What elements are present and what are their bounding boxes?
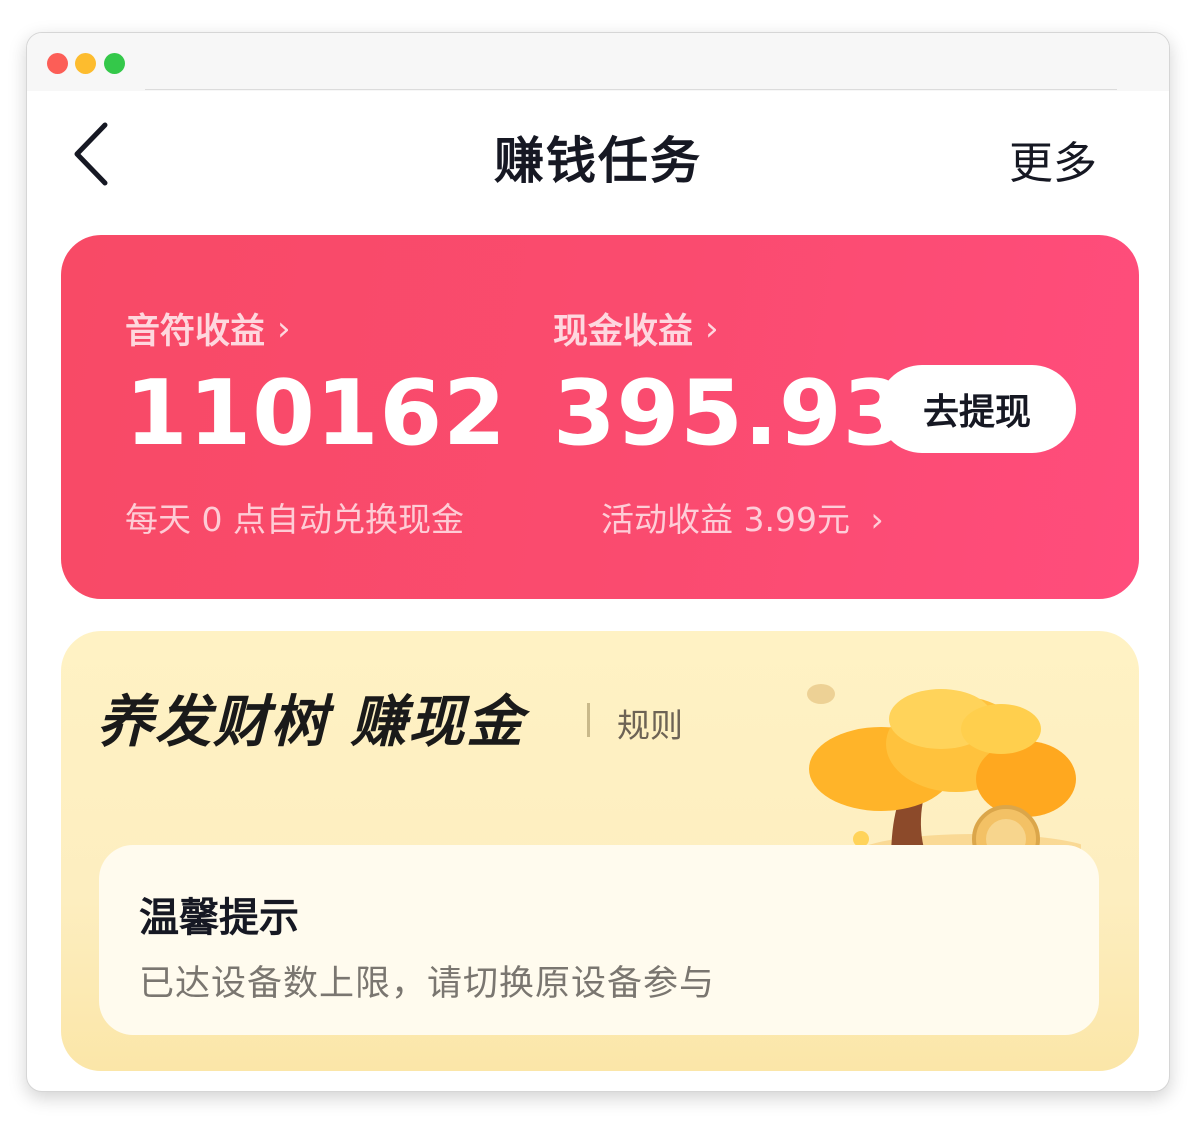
activity-earnings-text: 活动收益 3.99元	[601, 500, 850, 539]
maximize-window-button[interactable]	[104, 53, 125, 74]
rules-link[interactable]: 规则	[617, 699, 683, 747]
auto-exchange-note: 每天 0 点自动兑换现金	[125, 500, 464, 539]
cash-earnings[interactable]: 现金收益 › 395.93	[553, 303, 905, 467]
earnings-card: 音符收益 › 110162 现金收益 › 395.93 去提现 每天 0 点自动…	[61, 235, 1139, 599]
titlebar-divider	[145, 89, 1117, 90]
notes-earnings-label-text: 音符收益	[125, 312, 266, 352]
title-divider	[587, 703, 590, 737]
minimize-window-button[interactable]	[75, 53, 96, 74]
chevron-right-icon: ›	[870, 500, 884, 539]
notes-earnings-label[interactable]: 音符收益 ›	[125, 303, 291, 354]
notice-box: 温馨提示 已达设备数上限，请切换原设备参与	[99, 845, 1099, 1035]
chevron-right-icon: ›	[705, 308, 719, 349]
close-window-button[interactable]	[47, 53, 68, 74]
page-title: 赚钱任务	[494, 132, 702, 190]
notes-earnings[interactable]: 音符收益 › 110162	[125, 303, 506, 467]
activity-earnings-link[interactable]: 活动收益 3.99元 ›	[601, 493, 884, 541]
notes-earnings-value: 110162	[125, 361, 507, 466]
withdraw-button[interactable]: 去提现	[878, 365, 1076, 453]
notice-message: 已达设备数上限，请切换原设备参与	[139, 964, 716, 1004]
money-tree-title: 养发财树 赚现金	[97, 690, 525, 755]
cash-earnings-label[interactable]: 现金收益 ›	[553, 303, 719, 354]
money-tree-card: 养发财树 赚现金 规则 温馨提示 已达设备数上限，请切换原设备参与	[61, 631, 1139, 1071]
notice-title: 温馨提示	[139, 895, 299, 941]
browser-window: 赚钱任务 更多 音符收益 › 110162 现金收益 › 395.93 去提现 …	[26, 32, 1170, 1092]
chevron-right-icon: ›	[277, 308, 291, 349]
cash-earnings-value: 395.93	[553, 361, 907, 466]
window-titlebar	[27, 33, 1169, 91]
top-nav-bar: 赚钱任务 更多	[27, 93, 1169, 233]
more-button[interactable]: 更多	[1009, 127, 1097, 191]
cash-earnings-label-text: 现金收益	[553, 312, 694, 352]
